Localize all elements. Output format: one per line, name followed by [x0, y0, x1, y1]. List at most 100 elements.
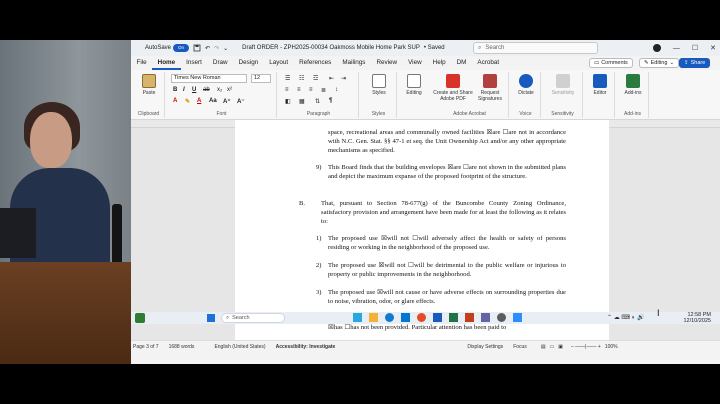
shrink-font-icon[interactable]: A⁻: [237, 98, 245, 105]
tab-mailings[interactable]: Mailings: [337, 56, 371, 70]
align-center-icon[interactable]: ≡: [297, 87, 301, 93]
close-icon[interactable]: ✕: [710, 44, 716, 52]
voice-label: Voice: [519, 111, 532, 117]
taskbar-search[interactable]: ⌕ Search: [221, 313, 285, 323]
numbering-icon[interactable]: ☷: [299, 75, 304, 82]
tab-dm[interactable]: DM: [451, 56, 472, 70]
editing-button[interactable]: Editing: [400, 74, 428, 96]
paste-button[interactable]: Paste: [135, 74, 163, 96]
justify-icon[interactable]: ≣: [321, 87, 326, 94]
change-case-icon[interactable]: Aa: [209, 98, 217, 104]
voice-group: Dictate Voice: [511, 72, 541, 118]
bold-button[interactable]: B: [173, 87, 177, 93]
tab-view[interactable]: View: [403, 56, 428, 70]
request-signatures-button[interactable]: Request Signatures: [473, 74, 507, 102]
align-right-icon[interactable]: ≡: [309, 87, 313, 93]
minimize-icon[interactable]: —: [673, 45, 680, 52]
item-3-number: 3): [316, 289, 322, 296]
tab-insert[interactable]: Insert: [181, 56, 208, 70]
settings-icon[interactable]: [497, 313, 506, 322]
font-color-icon[interactable]: A: [197, 98, 201, 104]
shading-icon[interactable]: ◧: [285, 98, 291, 105]
signature-icon: [483, 74, 497, 88]
dictate-label: Dictate: [518, 90, 534, 96]
tab-design[interactable]: Design: [233, 56, 264, 70]
item-9-number: 9): [316, 164, 322, 171]
create-share-pdf-label: Create and Share Adobe PDF: [433, 90, 473, 102]
chrome-icon[interactable]: [417, 313, 426, 322]
teams-icon[interactable]: [481, 313, 490, 322]
autosave-toggle[interactable]: On: [173, 44, 190, 52]
zoom-app-icon[interactable]: [513, 313, 522, 322]
powerpoint-icon[interactable]: [465, 313, 474, 322]
undo-icon[interactable]: ↶: [205, 45, 210, 52]
tab-review[interactable]: Review: [371, 56, 403, 70]
document-page[interactable]: space, recreational areas and communally…: [235, 128, 609, 340]
underline-button[interactable]: U: [192, 87, 196, 93]
italic-button[interactable]: I: [183, 87, 185, 93]
save-icon[interactable]: [193, 44, 201, 52]
increase-indent-icon[interactable]: ⇥: [341, 75, 346, 82]
clipboard-label: Clipboard: [137, 111, 160, 117]
item-2-number: 2): [316, 262, 322, 269]
superscript-button[interactable]: x²: [227, 87, 232, 93]
decrease-indent-icon[interactable]: ⇤: [329, 75, 334, 82]
excel-icon[interactable]: [449, 313, 458, 322]
tab-draw[interactable]: Draw: [207, 56, 233, 70]
comment-icon: ▭: [594, 60, 600, 66]
tab-home[interactable]: Home: [152, 56, 181, 70]
borders-icon[interactable]: ▦: [299, 98, 305, 105]
start-icon[interactable]: [207, 314, 215, 322]
subscript-button[interactable]: x₂: [217, 87, 222, 93]
editor-label: Editor: [593, 90, 607, 96]
show-formatting-icon[interactable]: ¶: [329, 98, 332, 104]
comments-button[interactable]: ▭ Comments: [589, 58, 633, 68]
maximize-icon[interactable]: ☐: [692, 44, 698, 52]
avatar[interactable]: [652, 44, 661, 52]
addins-button[interactable]: Add-ins: [619, 74, 647, 96]
redo-icon[interactable]: ↷: [214, 45, 219, 52]
bullets-icon[interactable]: ☰: [285, 75, 290, 82]
app-icon-1[interactable]: [353, 313, 362, 322]
styles-button[interactable]: Styles: [365, 74, 393, 96]
tab-file[interactable]: File: [131, 56, 152, 70]
tab-references[interactable]: References: [294, 56, 337, 70]
autosave[interactable]: AutoSave On: [145, 44, 190, 52]
ruler[interactable]: [131, 120, 720, 128]
tab-layout[interactable]: Layout: [264, 56, 294, 70]
align-left-icon[interactable]: ≡: [285, 87, 289, 93]
multilevel-icon[interactable]: ☲: [313, 75, 318, 82]
font-size-select[interactable]: 12: [251, 74, 271, 83]
text-effects-icon[interactable]: A: [173, 98, 177, 104]
font-name-select[interactable]: Times New Roman: [171, 74, 247, 83]
share-button[interactable]: ⇪ Share: [679, 58, 711, 68]
sensitivity-button[interactable]: Sensitivity: [549, 74, 577, 96]
customize-icon[interactable]: ⌄: [223, 45, 228, 52]
laptop: [0, 208, 36, 258]
widgets-icon[interactable]: [135, 313, 145, 323]
editing-label: Editing: [650, 60, 668, 66]
editor-group: Editor: [585, 72, 615, 118]
create-share-pdf-button[interactable]: Create and Share Adobe PDF: [433, 74, 473, 102]
strikethrough-button[interactable]: ab: [203, 87, 210, 93]
styles-label: Styles: [372, 90, 386, 96]
clock[interactable]: 12:58 PM 12/10/2025: [671, 312, 711, 324]
line-spacing-icon[interactable]: ↕: [335, 87, 338, 93]
editing-mode-button[interactable]: ✎ Editing ⌄: [639, 58, 680, 68]
outlook-icon[interactable]: [401, 313, 410, 322]
word-icon[interactable]: [433, 313, 442, 322]
editor-button[interactable]: Editor: [586, 74, 614, 96]
tab-help[interactable]: Help: [427, 56, 451, 70]
search-box[interactable]: ⌕ Search: [473, 42, 598, 54]
edge-icon[interactable]: [385, 313, 394, 322]
file-explorer-icon[interactable]: [369, 313, 378, 322]
tab-acrobat[interactable]: Acrobat: [472, 56, 505, 70]
dictate-button[interactable]: Dictate: [512, 74, 540, 96]
ribbon-tabs: File Home Insert Draw Design Layout Refe…: [131, 56, 720, 70]
clipboard-group: Paste Clipboard: [133, 72, 165, 118]
system-tray[interactable]: ⌃ ☁ ⌨ ◐ 🔊: [607, 314, 644, 321]
sensitivity-icon: [556, 74, 570, 88]
highlight-icon[interactable]: ✎: [185, 98, 190, 105]
sort-icon[interactable]: ⇅: [315, 98, 320, 105]
grow-font-icon[interactable]: A⁺: [223, 98, 231, 105]
